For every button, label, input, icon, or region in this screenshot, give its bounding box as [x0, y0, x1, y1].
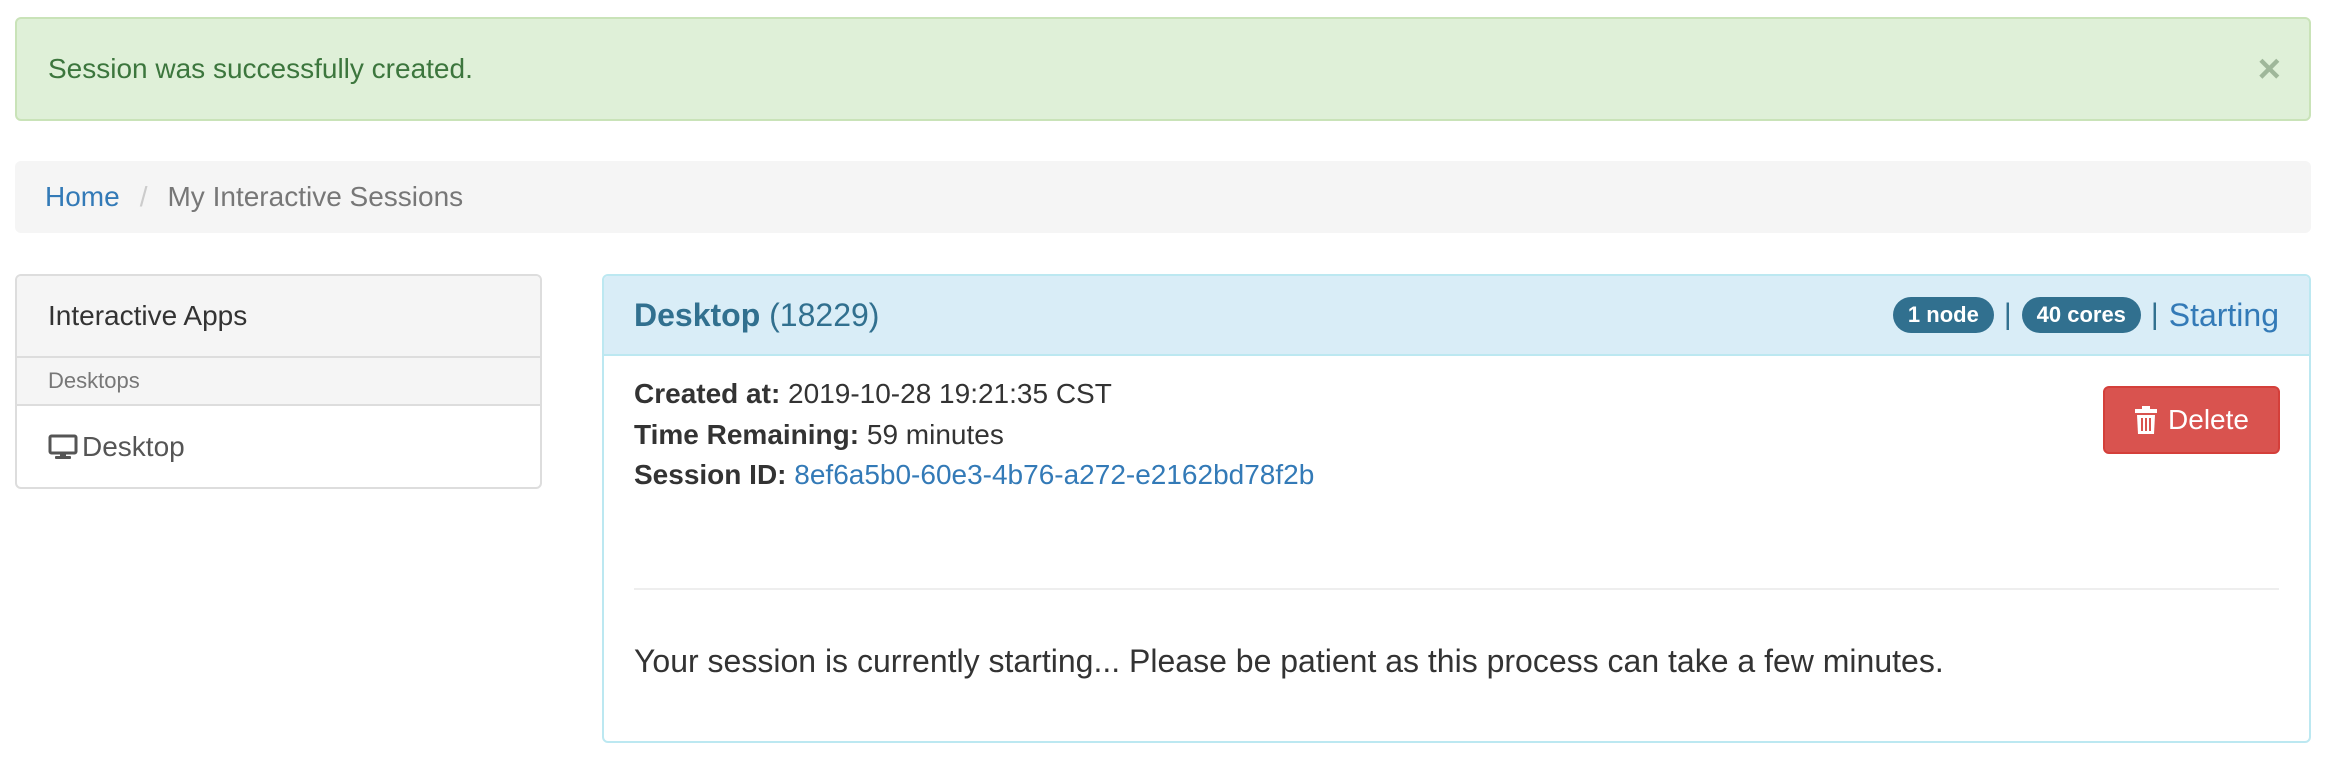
close-icon[interactable]: × — [2258, 49, 2281, 89]
session-title: Desktop (18229) — [634, 297, 879, 334]
breadcrumb-separator: / — [139, 181, 148, 212]
success-alert: Session was successfully created. × — [15, 17, 2311, 121]
session-id-link[interactable]: 8ef6a5b0-60e3-4b76-a272-e2162bd78f2b — [794, 459, 1314, 490]
status-separator: | — [2003, 298, 2012, 331]
session-job-id: (18229) — [769, 296, 880, 333]
alert-message: Session was successfully created. — [48, 53, 473, 84]
delete-button[interactable]: Delete — [2103, 386, 2280, 454]
interactive-apps-sidebar: Interactive Apps Desktops Desktop — [15, 274, 542, 489]
sidebar-item-label: Desktop — [82, 430, 185, 462]
status-separator: | — [2150, 298, 2159, 331]
time-remaining-label: Time Remaining: — [634, 419, 860, 450]
created-at-value: 2019-10-28 19:21:35 CST — [788, 378, 1112, 409]
session-id-label: Session ID: — [634, 459, 787, 490]
sidebar-heading: Interactive Apps — [17, 276, 540, 358]
sidebar-item-desktop[interactable]: Desktop — [17, 406, 540, 487]
breadcrumb-current: My Interactive Sessions — [167, 181, 464, 212]
created-at-label: Created at: — [634, 378, 781, 409]
session-app-name: Desktop — [634, 296, 761, 333]
session-status-group: 1 node | 40 cores | Starting — [1892, 296, 2279, 334]
divider — [634, 588, 2279, 590]
sidebar-group-desktops: Desktops — [17, 358, 540, 406]
time-remaining-value: 59 minutes — [866, 419, 1004, 450]
trash-icon — [2135, 406, 2158, 434]
time-remaining-row: Time Remaining: 59 minutes — [634, 419, 1004, 451]
session-panel: Desktop (18229) 1 node | 40 cores | Star… — [602, 274, 2311, 743]
session-id-row: Session ID: 8ef6a5b0-60e3-4b76-a272-e216… — [634, 459, 1314, 491]
nodes-badge: 1 node — [1892, 297, 1994, 333]
created-at-row: Created at: 2019-10-28 19:21:35 CST — [634, 378, 1112, 410]
session-panel-header: Desktop (18229) 1 node | 40 cores | Star… — [604, 276, 2309, 356]
breadcrumb: Home / My Interactive Sessions — [15, 161, 2311, 233]
breadcrumb-home-link[interactable]: Home — [45, 181, 120, 213]
cores-badge: 40 cores — [2021, 297, 2141, 333]
delete-button-label: Delete — [2168, 404, 2249, 435]
session-status: Starting — [2168, 296, 2279, 333]
desktop-icon — [48, 434, 78, 459]
session-starting-message: Your session is currently starting... Pl… — [634, 643, 1944, 679]
